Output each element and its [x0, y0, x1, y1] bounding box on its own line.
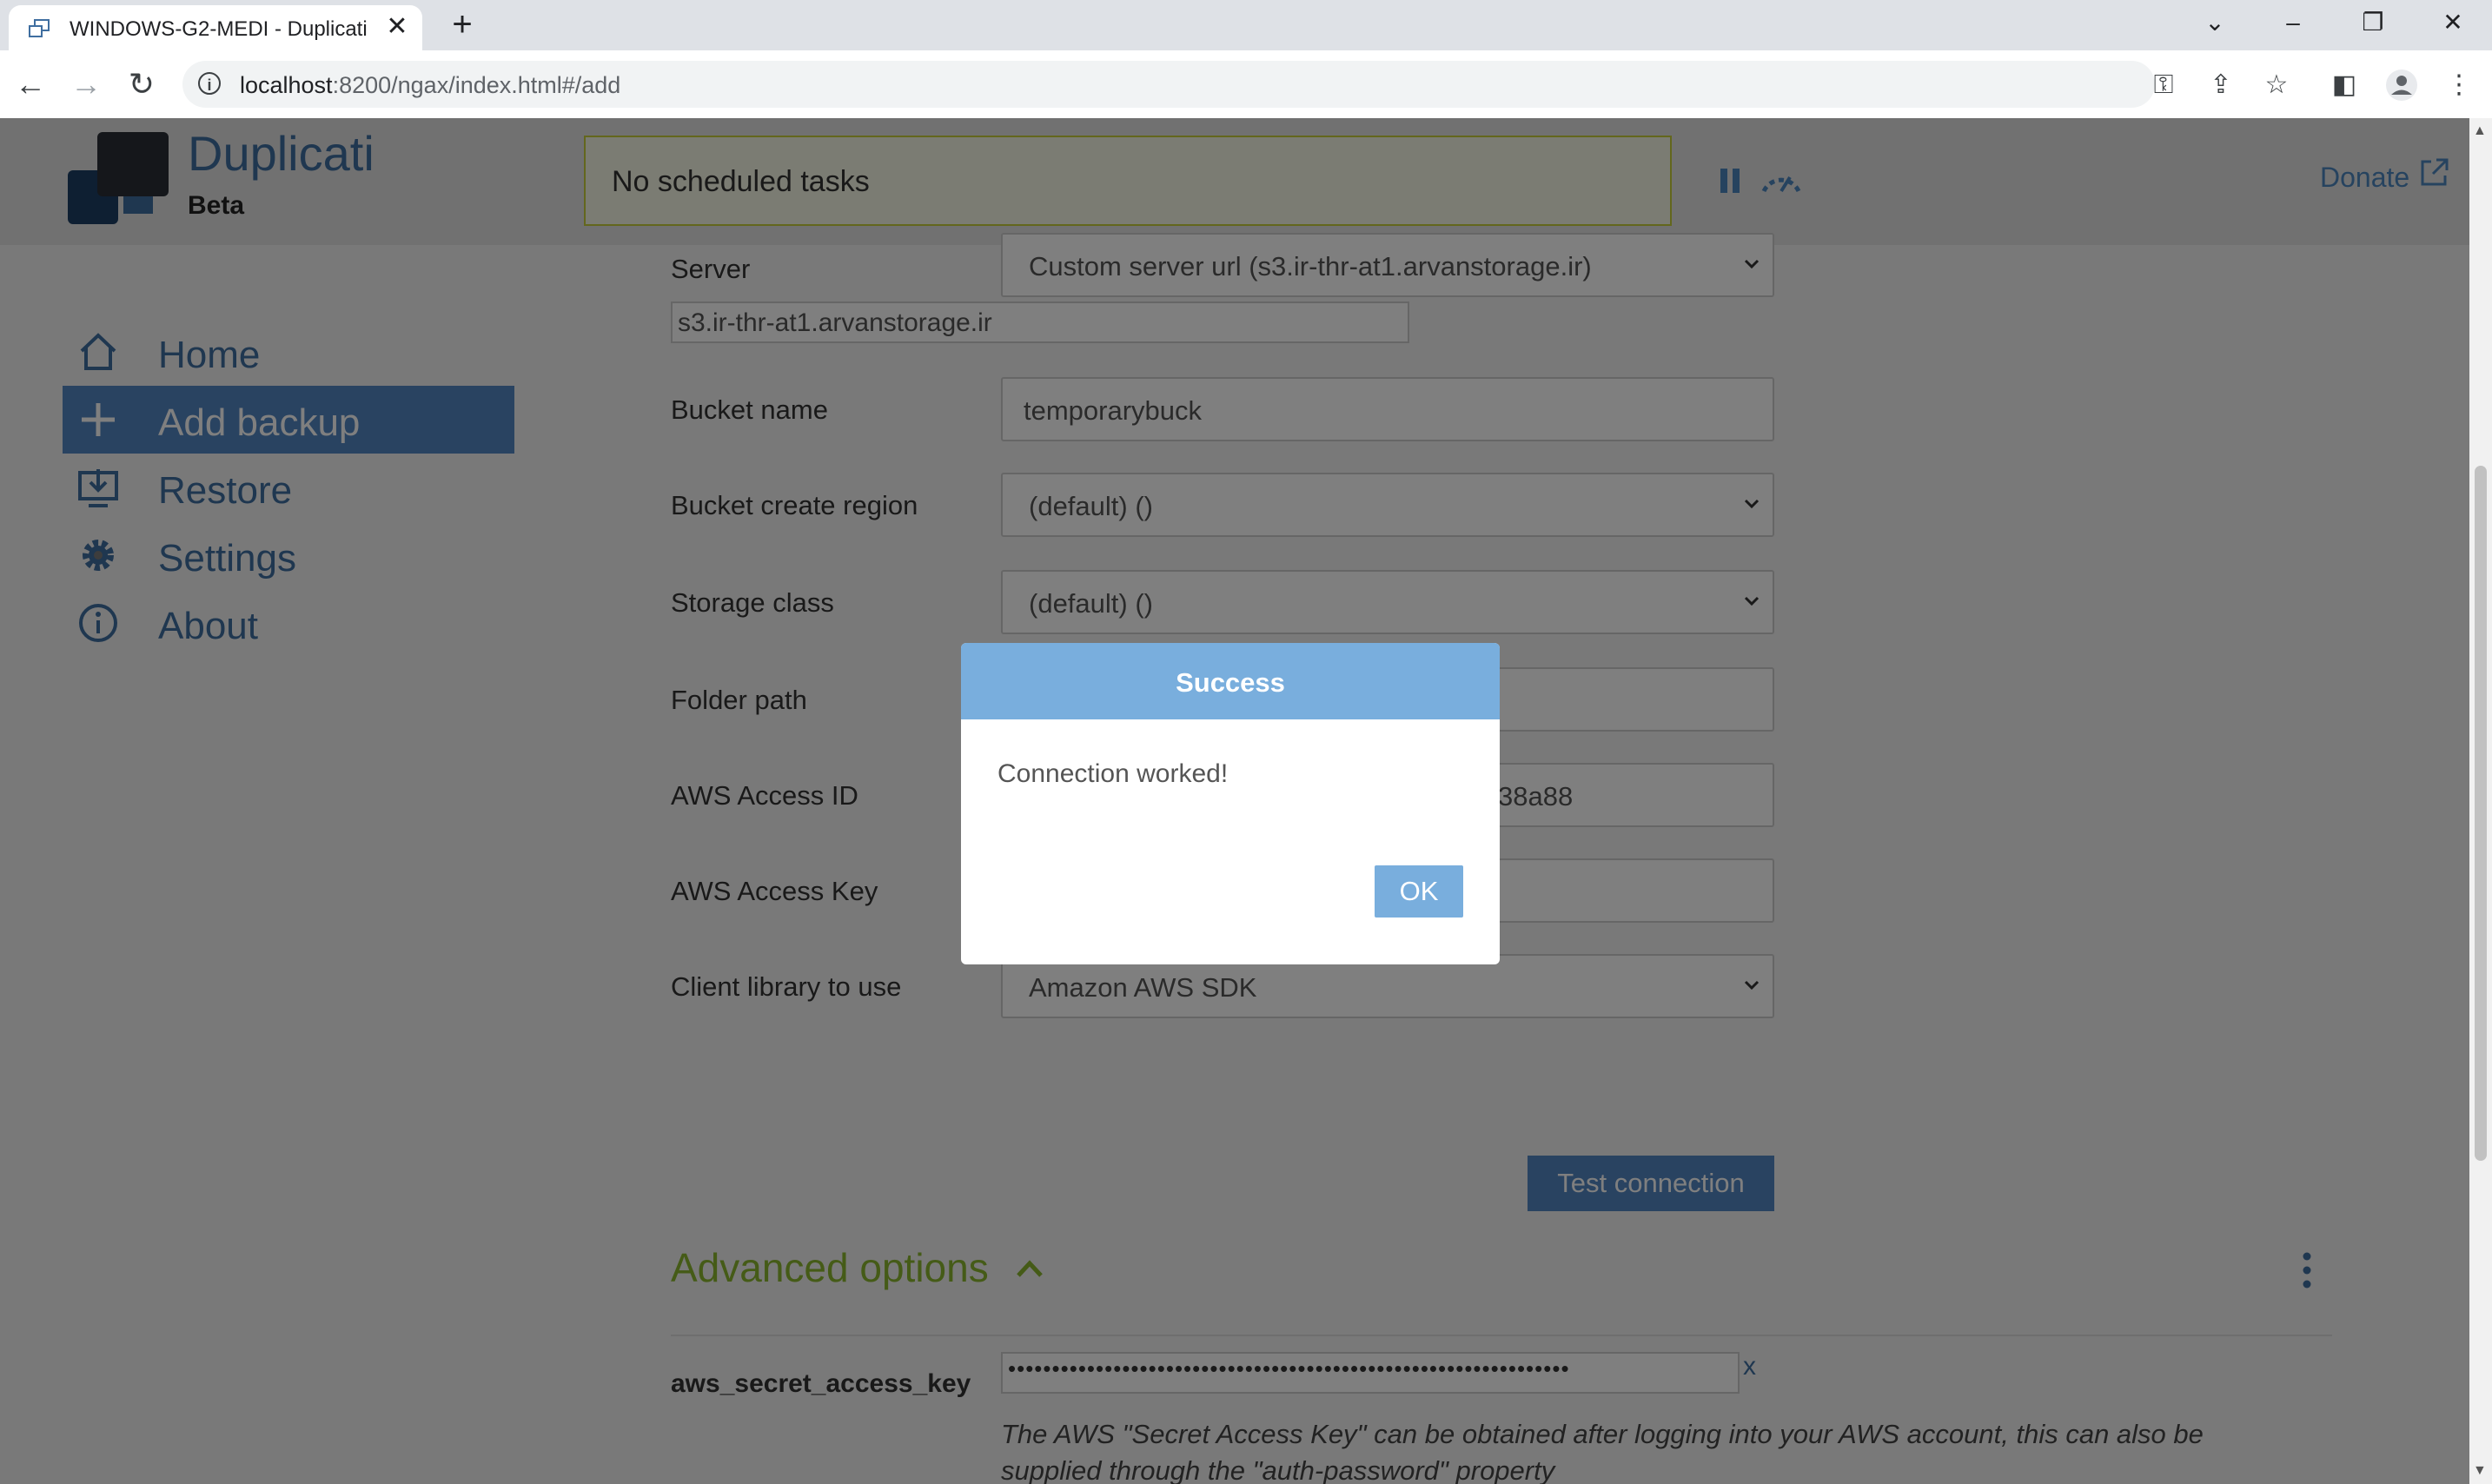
- tab-title: WINDOWS-G2-MEDI - Duplicati: [70, 17, 368, 41]
- minimize-icon[interactable]: –: [2271, 5, 2315, 40]
- success-dialog: Success Connection worked! OK: [961, 643, 1500, 964]
- browser-tabstrip: WINDOWS-G2-MEDI - Duplicati ✕ + ⌄ – ❐ ✕: [0, 0, 2492, 50]
- back-icon[interactable]: ←: [9, 63, 52, 106]
- side-panel-icon[interactable]: ◧: [2327, 68, 2362, 103]
- restore-window-icon[interactable]: ❐: [2351, 5, 2395, 40]
- browser-toolbar: ← → ↻ i localhost:8200/ngax/index.html#/…: [0, 50, 2492, 119]
- browser-menu-icon[interactable]: ⋮: [2442, 68, 2476, 103]
- profile-avatar-icon[interactable]: [2384, 68, 2419, 103]
- scroll-thumb[interactable]: [2475, 466, 2487, 1161]
- dialog-message: Connection worked!: [997, 759, 1229, 788]
- dialog-header: Success: [961, 643, 1500, 719]
- address-bar[interactable]: i localhost:8200/ngax/index.html#/add: [182, 61, 2155, 108]
- scroll-down-arrow-icon[interactable]: ▼: [2473, 1463, 2487, 1479]
- ok-button[interactable]: OK: [1375, 865, 1463, 918]
- forward-icon[interactable]: →: [64, 63, 108, 106]
- password-key-icon[interactable]: ⚿: [2146, 68, 2181, 103]
- close-window-icon[interactable]: ✕: [2431, 5, 2475, 40]
- bookmark-star-icon[interactable]: ☆: [2259, 68, 2294, 103]
- browser-tab[interactable]: WINDOWS-G2-MEDI - Duplicati ✕: [9, 5, 422, 50]
- tab-search-chevron-icon[interactable]: ⌄: [2193, 5, 2237, 40]
- share-icon[interactable]: ⇪: [2204, 68, 2238, 103]
- reload-icon[interactable]: ↻: [120, 63, 163, 106]
- site-info-icon[interactable]: i: [198, 72, 221, 95]
- url-text[interactable]: localhost:8200/ngax/index.html#/add: [240, 72, 620, 99]
- new-tab-icon[interactable]: +: [445, 7, 480, 42]
- dialog-title: Success: [1176, 667, 1285, 698]
- page-scrollbar[interactable]: ▲ ▼: [2469, 118, 2492, 1484]
- duplicati-favicon-icon: [29, 19, 50, 37]
- scroll-up-arrow-icon[interactable]: ▲: [2473, 123, 2487, 139]
- tab-close-icon[interactable]: ✕: [382, 12, 412, 42]
